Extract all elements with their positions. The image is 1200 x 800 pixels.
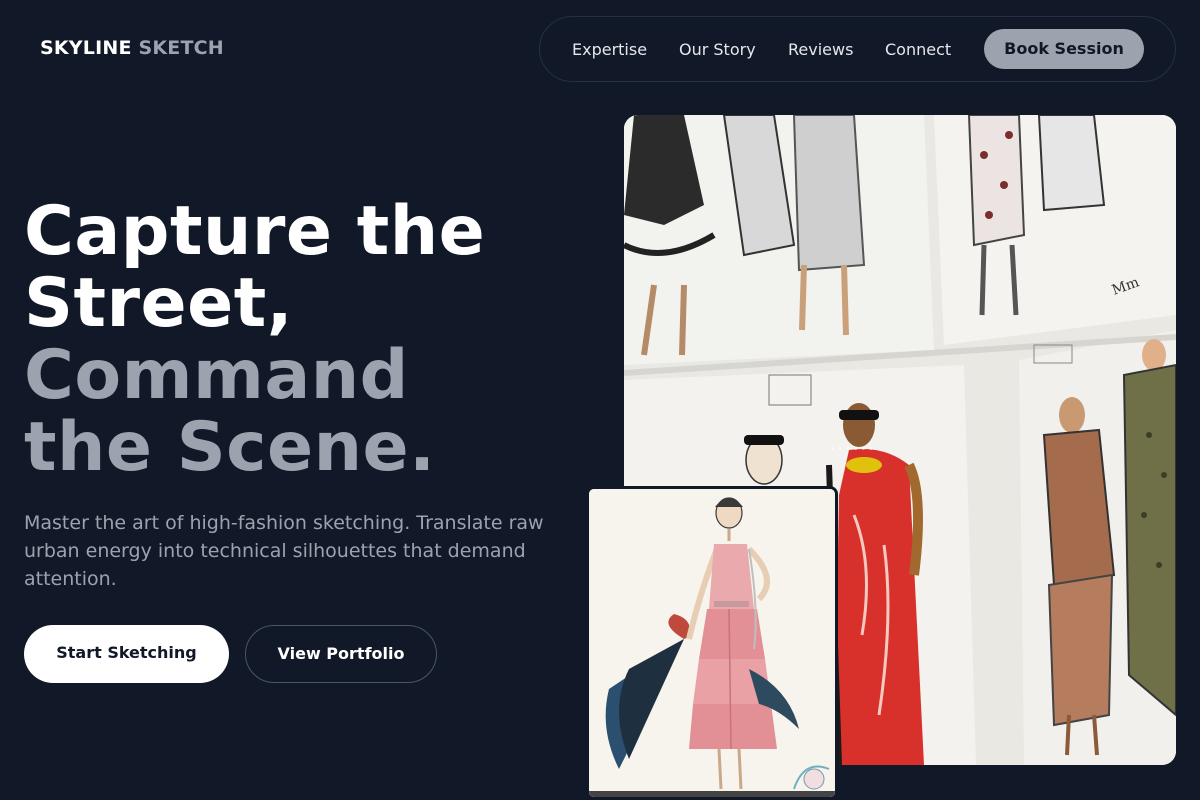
nav-link-our-story[interactable]: Our Story — [679, 40, 756, 59]
hero-headline: Capture the Street, Command the Scene. — [24, 196, 584, 484]
nav-link-expertise[interactable]: Expertise — [572, 40, 647, 59]
nav-link-reviews[interactable]: Reviews — [788, 40, 853, 59]
headline-line-1: Capture the — [24, 192, 486, 271]
headline-line-4: the Scene. — [24, 408, 436, 487]
deco-figure-illustration — [589, 489, 835, 797]
main-nav: Expertise Our Story Reviews Connect Book… — [539, 16, 1176, 82]
start-sketching-button[interactable]: Start Sketching — [24, 625, 229, 683]
logo-primary: SKYLINE — [40, 37, 132, 59]
logo[interactable]: SKYLINE SKETCH — [40, 37, 224, 59]
svg-text:......: ...... — [829, 428, 875, 456]
book-session-button[interactable]: Book Session — [984, 29, 1144, 69]
nav-link-connect[interactable]: Connect — [885, 40, 951, 59]
view-portfolio-button[interactable]: View Portfolio — [245, 625, 437, 683]
headline-line-2: Street, — [24, 264, 294, 343]
hero-subtext: Master the art of high-fashion sketching… — [24, 512, 544, 590]
logo-secondary: SKETCH — [138, 37, 224, 59]
inset-image-deco-illustration — [586, 486, 838, 800]
headline-line-3: Command — [24, 336, 409, 415]
